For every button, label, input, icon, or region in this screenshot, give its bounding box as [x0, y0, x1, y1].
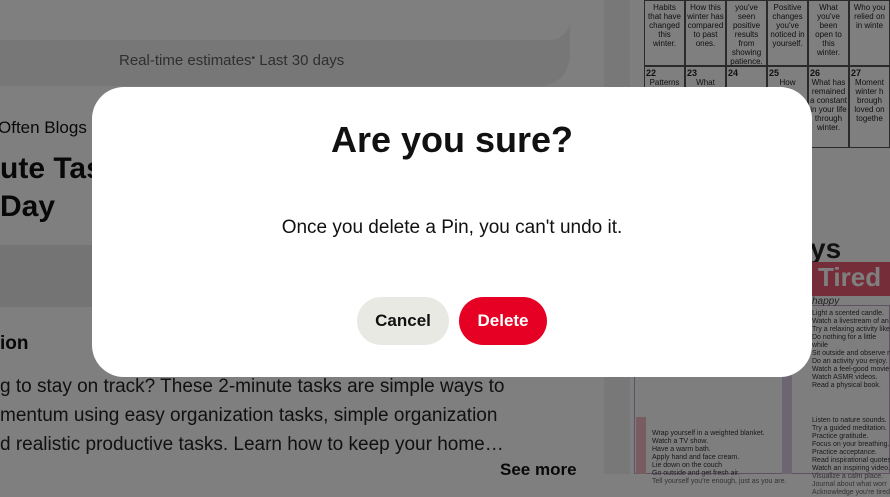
list-item: Visualize a calm place. [812, 473, 884, 480]
delete-confirm-dialog: Are you sure? Once you delete a Pin, you… [92, 87, 812, 377]
delete-button[interactable]: Delete [459, 297, 547, 345]
list-item: Acknowledge you're tired [812, 489, 890, 496]
dialog-message: Once you delete a Pin, you can't undo it… [281, 217, 623, 238]
list-item: Tell yourself you're enough, just as you… [652, 478, 787, 485]
list-item: Journal about what worr [812, 481, 887, 488]
dialog-title: Are you sure? [330, 119, 574, 160]
cancel-button[interactable]: Cancel [357, 297, 449, 345]
